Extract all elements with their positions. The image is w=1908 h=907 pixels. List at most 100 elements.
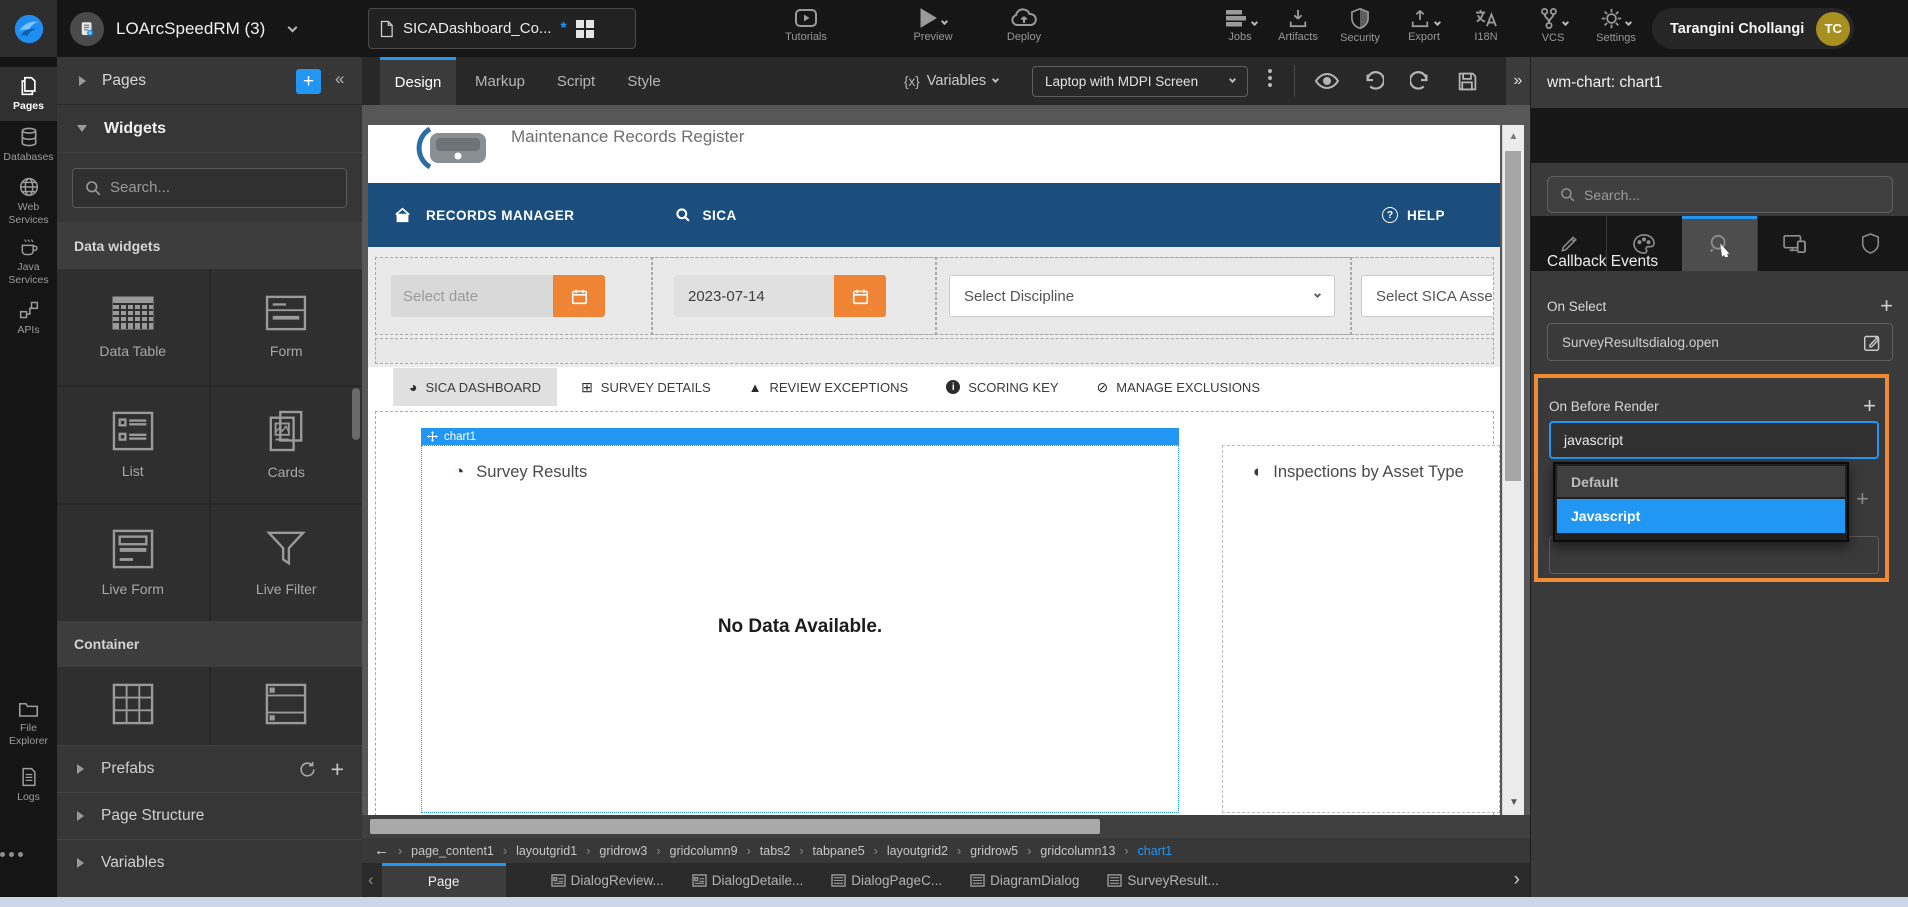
breadcrumb-item[interactable]: gridcolumn13 (1040, 844, 1115, 858)
project-selector[interactable]: LOArcSpeedRM (3) (70, 11, 296, 47)
widget-search-input[interactable] (110, 179, 330, 196)
date2-calendar-button[interactable] (834, 275, 886, 317)
widgets-section-header[interactable]: Widgets (57, 105, 362, 153)
date1-calendar-button[interactable] (553, 275, 605, 317)
widget-tile-list[interactable]: List (57, 387, 209, 503)
tab-manage-exclusions[interactable]: ⊘ MANAGE EXCLUSIONS (1081, 369, 1277, 405)
tutorials-button[interactable]: Tutorials (770, 8, 842, 43)
on-select-value-box[interactable]: SurveyResultsdialog.open (1547, 323, 1893, 361)
tab-sica-dashboard[interactable]: ◕ SICA DASHBOARD (393, 368, 557, 406)
rail-more-options[interactable] (0, 852, 57, 857)
rail-item-logs[interactable]: Logs (0, 767, 57, 804)
breadcrumb-item[interactable]: gridrow5 (970, 844, 1018, 858)
dashboard-grid-icon[interactable] (576, 20, 594, 38)
tab-scoring-key[interactable]: i SCORING KEY (930, 369, 1074, 405)
widget-tile-live-filter[interactable]: Live Filter (211, 505, 363, 621)
dropdown-option-javascript[interactable]: Javascript (1557, 499, 1845, 533)
tab-responsive-devices[interactable] (1758, 216, 1833, 271)
canvas-horizontal-scrollbar[interactable] (362, 815, 1530, 838)
save-button[interactable] (1454, 69, 1480, 93)
tab-security-shield[interactable] (1833, 216, 1908, 271)
security-button[interactable]: Security (1324, 8, 1396, 44)
vcs-button[interactable]: VCS (1517, 8, 1589, 44)
i18n-button[interactable]: I18N (1450, 8, 1522, 43)
rail-item-databases[interactable]: Databases (0, 127, 57, 164)
preview-button[interactable]: Preview (897, 8, 969, 43)
tab-events-active[interactable] (1682, 216, 1757, 271)
prefabs-section-header[interactable]: Prefabs + (57, 745, 362, 792)
breadcrumb-item[interactable]: layoutgrid2 (887, 844, 948, 858)
rail-item-apis[interactable]: APIs (0, 300, 57, 337)
tab-script[interactable]: Script (544, 57, 608, 105)
tab-survey-details[interactable]: ⊞ SURVEY DETAILS (565, 369, 727, 405)
widget-tile-panel[interactable] (211, 667, 363, 745)
rail-item-web-services[interactable]: Web Services (0, 177, 57, 226)
bottom-tab-dialog-pagec[interactable]: DialogPageC... (831, 873, 942, 888)
add-page-button[interactable]: + (296, 69, 321, 94)
widget-tile-cards[interactable]: Cards (211, 387, 363, 503)
deploy-button[interactable]: Deploy (988, 8, 1060, 43)
variables-section-header[interactable]: Variables (57, 839, 362, 886)
scroll-down-arrow[interactable]: ▼ (1503, 791, 1525, 813)
rail-item-file-explorer[interactable]: File Explorer (0, 700, 57, 747)
user-menu[interactable]: Tarangini Chollangi TC (1652, 8, 1854, 49)
collapse-panel-icon[interactable]: « (335, 69, 344, 89)
bottom-tab-survey-result[interactable]: SurveyResult... (1107, 873, 1219, 888)
breadcrumb-item[interactable]: layoutgrid1 (516, 844, 577, 858)
breadcrumb-item[interactable]: gridcolumn9 (670, 844, 738, 858)
nav-search-icon[interactable] (675, 207, 691, 223)
breadcrumb-item-active[interactable]: chart1 (1138, 844, 1173, 858)
tab-design[interactable]: Design (380, 57, 456, 105)
nav-sica[interactable]: SICA (703, 208, 737, 223)
breadcrumb-item[interactable]: page_content1 (411, 844, 494, 858)
nav-help[interactable]: ? HELP (1382, 207, 1445, 223)
tab-review-exceptions[interactable]: ▲ REVIEW EXCEPTIONS (733, 369, 925, 405)
tabs-scroll-left-icon[interactable]: ‹ (368, 870, 374, 890)
pages-caret-icon[interactable] (79, 76, 86, 86)
discipline-select[interactable]: Select Discipline (949, 275, 1335, 317)
refresh-prefabs-icon[interactable] (298, 760, 317, 779)
page-structure-section-header[interactable]: Page Structure (57, 792, 362, 839)
widget-tile-form[interactable]: Form (211, 269, 363, 385)
inspections-card[interactable]: ◖ Inspections by Asset Type (1222, 445, 1500, 813)
breadcrumb-item[interactable]: tabpane5 (813, 844, 865, 858)
add-prefab-icon[interactable]: + (331, 758, 344, 781)
edit-icon[interactable] (1863, 333, 1882, 352)
bottom-tab-page[interactable]: Page (382, 863, 506, 897)
expand-right-panel-button[interactable]: » (1506, 57, 1530, 105)
rail-item-pages[interactable]: Pages (0, 67, 57, 121)
settings-button[interactable]: Settings (1580, 8, 1652, 44)
chart1-selection-bar[interactable]: chart1 (421, 428, 1179, 445)
nav-records-manager[interactable]: RECORDS MANAGER (426, 208, 575, 223)
undo-button[interactable] (1360, 69, 1386, 93)
bottom-tab-diagram-dialog[interactable]: DiagramDialog (970, 873, 1079, 888)
widget-tile-live-form[interactable]: Live Form (57, 505, 209, 621)
chart1-card[interactable]: ◔ Survey Results No Data Available. (421, 445, 1179, 813)
sica-asset-select[interactable]: Select SICA Asse (1361, 275, 1493, 317)
hscroll-thumb[interactable] (370, 819, 1100, 834)
add-on-select-icon[interactable]: + (1880, 295, 1893, 317)
canvas-vertical-scrollbar[interactable]: ▲ ▼ (1502, 125, 1524, 815)
redo-button[interactable] (1408, 69, 1434, 93)
tab-markup[interactable]: Markup (464, 57, 536, 105)
on-before-render-input[interactable]: javascript (1549, 421, 1879, 459)
breadcrumb-back-icon[interactable]: ← (374, 842, 389, 859)
tabs-scroll-right-icon[interactable]: › (1514, 869, 1520, 891)
variables-menu[interactable]: {x} Variables (904, 57, 998, 105)
wavemaker-logo[interactable] (0, 0, 57, 57)
rail-item-java-services[interactable]: Java Services (0, 237, 57, 286)
bottom-tab-dialog-detail[interactable]: DialogDetaile... (692, 873, 804, 888)
widget-tile-grid-layout[interactable] (57, 667, 209, 745)
preview-eye-button[interactable] (1314, 69, 1340, 93)
widget-tile-data-table[interactable]: Data Table (57, 269, 209, 385)
select-date-input[interactable] (391, 275, 553, 317)
open-page-tab[interactable]: SICADashboard_Co... * (368, 8, 636, 49)
tab-style[interactable]: Style (614, 57, 674, 105)
left-panel-scrollbar[interactable] (352, 388, 360, 440)
device-selector[interactable]: Laptop with MDPI Screen (1032, 66, 1248, 97)
date-value-input[interactable] (674, 275, 834, 317)
add-on-before-render-icon[interactable]: + (1863, 395, 1876, 417)
dropdown-option-default[interactable]: Default (1557, 466, 1845, 497)
home-icon[interactable] (394, 207, 411, 223)
breadcrumb-item[interactable]: tabs2 (760, 844, 791, 858)
